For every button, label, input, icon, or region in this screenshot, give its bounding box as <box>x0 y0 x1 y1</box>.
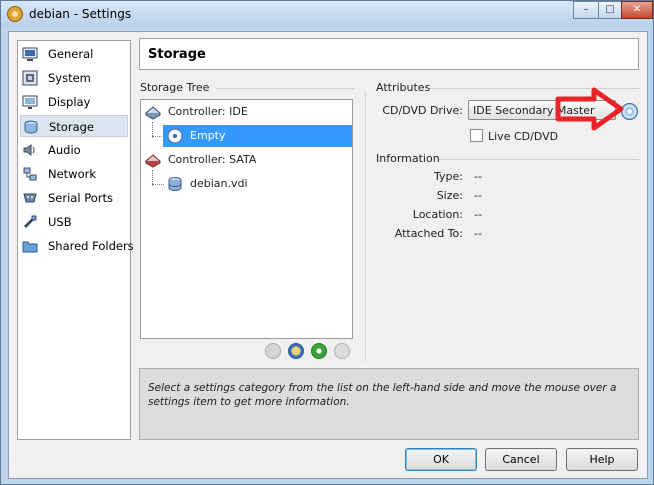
remove-controller-button[interactable] <box>334 343 350 359</box>
serial-ports-icon <box>23 193 37 203</box>
tree-item-label: Empty <box>190 129 226 142</box>
sidebar-item-network[interactable]: Network <box>20 163 128 185</box>
usb-icon <box>23 215 37 229</box>
help-text-panel: Select a settings category from the list… <box>139 368 639 440</box>
red-arrow-annotation-icon <box>555 87 624 131</box>
sidebar-item-label: Serial Ports <box>48 191 113 205</box>
sidebar-item-general[interactable]: General <box>20 43 128 65</box>
window-title: debian - Settings <box>29 7 132 21</box>
sidebar-item-usb[interactable]: USB <box>20 211 128 233</box>
minimize-button[interactable]: – <box>573 1 599 19</box>
display-icon <box>22 95 38 109</box>
cancel-button[interactable]: Cancel <box>485 448 557 471</box>
close-button[interactable]: ✕ <box>621 1 653 19</box>
sidebar-item-label: Audio <box>48 143 81 157</box>
live-cd-checkbox[interactable] <box>470 129 483 142</box>
live-cd-label: Live CD/DVD <box>488 130 559 143</box>
sidebar-item-display[interactable]: Display <box>20 91 128 113</box>
info-attached-to-label: Attached To: <box>394 227 463 240</box>
add-cd-button[interactable] <box>288 343 304 359</box>
help-text: Select a settings category from the list… <box>148 382 617 408</box>
network-icon <box>23 167 37 181</box>
vertical-divider <box>365 92 366 362</box>
page-title: Storage <box>148 47 206 62</box>
title-bar[interactable]: debian - Settings – □ ✕ <box>1 1 653 27</box>
sidebar-item-audio[interactable]: Audio <box>20 139 128 161</box>
sidebar-item-label: USB <box>48 215 72 229</box>
tree-item-label: debian.vdi <box>190 177 248 190</box>
dialog-client-area: General System Display Storage Audio Net… <box>8 31 648 479</box>
add-attachment-button[interactable] <box>265 343 281 359</box>
sidebar-item-serial-ports[interactable]: Serial Ports <box>20 187 128 209</box>
ide-controller-icon <box>145 106 161 120</box>
cd-dvd-drive-label: CD/DVD Drive: <box>382 104 463 117</box>
info-type-value: -- <box>474 170 482 183</box>
storage-icon <box>24 120 38 134</box>
shared-folders-icon <box>22 241 38 253</box>
ok-button[interactable]: OK <box>405 448 477 471</box>
group-divider <box>439 159 639 160</box>
information-title: Information <box>376 152 440 165</box>
tree-item-controller-sata[interactable]: Controller: SATA <box>141 149 352 171</box>
settings-window: debian - Settings – □ ✕ General System D… <box>0 0 654 485</box>
sidebar-item-shared-folders[interactable]: Shared Folders <box>20 235 134 257</box>
page-header: Storage <box>139 38 639 70</box>
system-icon <box>22 70 38 86</box>
add-controller-button[interactable] <box>311 343 327 359</box>
sidebar-item-label: General <box>48 47 94 61</box>
info-size-value: -- <box>474 189 482 202</box>
sata-controller-icon <box>145 154 161 168</box>
group-divider <box>216 88 354 89</box>
tree-item-controller-ide[interactable]: Controller: IDE <box>141 101 352 123</box>
info-size-label: Size: <box>436 189 463 202</box>
hard-disk-icon <box>168 177 182 192</box>
sidebar-item-system[interactable]: System <box>20 67 128 89</box>
audio-icon <box>23 144 35 156</box>
settings-gear-icon <box>7 6 23 22</box>
sidebar-item-label: System <box>48 71 91 85</box>
info-location-value: -- <box>474 208 482 221</box>
info-attached-to-value: -- <box>474 227 482 240</box>
sidebar-item-label: Network <box>48 167 97 181</box>
maximize-button[interactable]: □ <box>598 1 622 19</box>
sidebar-item-label: Storage <box>49 120 94 134</box>
general-icon <box>22 47 38 61</box>
help-button[interactable]: Help <box>566 448 638 471</box>
sidebar-item-label: Shared Folders <box>48 239 134 253</box>
tree-item-label: Controller: IDE <box>168 105 248 118</box>
tree-item-debian-vdi[interactable]: debian.vdi <box>163 173 352 195</box>
tree-item-empty-cd[interactable]: Empty <box>163 125 352 147</box>
info-type-label: Type: <box>434 170 463 183</box>
category-list: General System Display Storage Audio Net… <box>17 40 134 440</box>
cd-disc-icon <box>167 128 183 144</box>
storage-tree[interactable]: Controller: IDE Empty Controller: SATA d… <box>140 99 353 339</box>
sidebar-item-label: Display <box>48 95 91 109</box>
attributes-title: Attributes <box>376 81 431 94</box>
tree-item-label: Controller: SATA <box>168 153 257 166</box>
storage-tree-title: Storage Tree <box>140 81 210 94</box>
info-location-label: Location: <box>412 208 463 221</box>
sidebar-item-storage[interactable]: Storage <box>20 115 128 137</box>
